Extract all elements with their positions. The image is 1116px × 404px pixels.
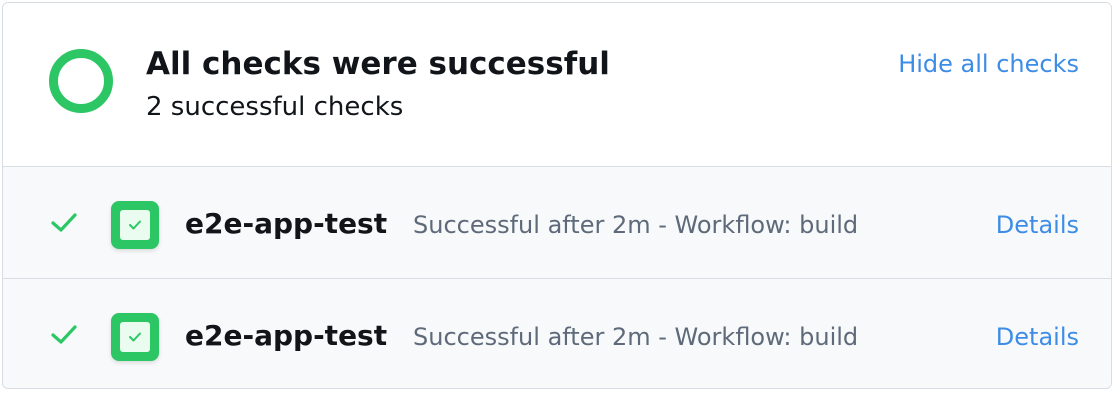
checks-panel: All checks were successful 2 successful … (2, 2, 1112, 389)
details-link[interactable]: Details (996, 210, 1079, 240)
checks-summary-header: All checks were successful 2 successful … (3, 3, 1111, 167)
summary-subtitle: 2 successful checks (146, 92, 404, 122)
check-description: Successful after 2m - Workflow: build (413, 211, 859, 239)
check-row: e2e-app-test Successful after 2m - Workf… (3, 167, 1111, 279)
checkmark-icon (51, 213, 77, 232)
summary-title: All checks were successful (146, 46, 610, 82)
check-description: Successful after 2m - Workflow: build (413, 323, 859, 351)
checkmark-icon (51, 325, 77, 344)
check-row: e2e-app-test Successful after 2m - Workf… (3, 279, 1111, 388)
app-checkbox-icon (111, 313, 159, 361)
check-name: e2e-app-test (185, 319, 388, 352)
success-ring-icon (49, 49, 113, 113)
app-checkbox-icon (111, 201, 159, 249)
hide-all-checks-link[interactable]: Hide all checks (898, 49, 1079, 79)
details-link[interactable]: Details (996, 322, 1079, 352)
check-name: e2e-app-test (185, 207, 388, 240)
